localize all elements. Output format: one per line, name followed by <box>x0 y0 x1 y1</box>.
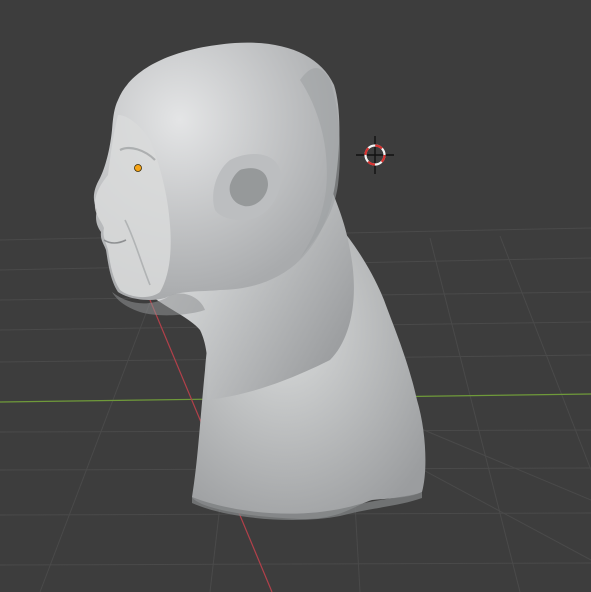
3d-cursor-icon[interactable] <box>356 136 394 174</box>
object-origin-dot-icon <box>134 164 142 172</box>
viewport-canvas[interactable] <box>0 0 591 592</box>
head-bust-mesh[interactable] <box>93 42 426 520</box>
3d-viewport[interactable] <box>0 0 591 592</box>
